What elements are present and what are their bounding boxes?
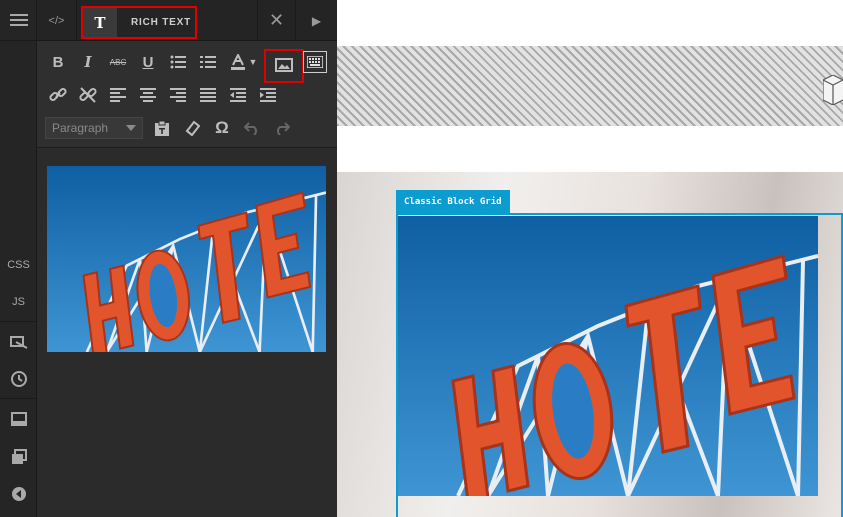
numbered-list-icon[interactable] <box>195 49 221 75</box>
page-canvas: Classic Block Grid <box>337 0 843 517</box>
undo-icon[interactable] <box>239 115 265 141</box>
bulleted-list-icon[interactable] <box>165 49 191 75</box>
tab-code[interactable]: </> <box>37 0 77 41</box>
unlink-icon[interactable] <box>75 82 101 108</box>
hotel-sign-image[interactable] <box>398 216 818 496</box>
paste-icon[interactable] <box>149 115 175 141</box>
align-right-icon[interactable] <box>165 82 191 108</box>
tab-rich-text-label: RICH TEXT <box>131 17 191 28</box>
bold-button[interactable]: B <box>45 49 71 75</box>
insert-image-icon[interactable] <box>271 52 297 78</box>
paragraph-format-select[interactable]: Paragraph <box>45 117 143 139</box>
js-label: JS <box>12 296 25 308</box>
css-label: CSS <box>7 259 30 271</box>
back-icon[interactable] <box>0 477 37 511</box>
text-color-dropdown-icon[interactable]: ▼ <box>247 49 259 75</box>
layers-icon[interactable] <box>0 325 37 359</box>
italic-button[interactable]: I <box>75 49 101 75</box>
code-icon: </> <box>48 14 65 27</box>
block-grid-label[interactable]: Classic Block Grid <box>396 190 510 214</box>
underline-button[interactable]: U <box>135 49 161 75</box>
indent-icon[interactable] <box>255 82 281 108</box>
panel-icon[interactable] <box>0 402 37 436</box>
strikethrough-button[interactable]: ABC <box>105 49 131 75</box>
tab-rich-text[interactable]: T RICH TEXT <box>81 6 197 39</box>
left-rail: CSS JS <box>0 0 37 517</box>
keyboard-icon[interactable] <box>303 51 327 73</box>
placeholder-stripe-band <box>337 46 843 126</box>
special-character-icon[interactable]: Ω <box>209 115 235 141</box>
copy-icon[interactable] <box>0 440 37 474</box>
close-icon[interactable]: ✕ <box>257 0 295 41</box>
rich-text-editor-area[interactable] <box>37 149 337 517</box>
js-button[interactable]: JS <box>0 285 37 319</box>
redo-icon[interactable] <box>269 115 295 141</box>
hotel-sign-image-thumbnail[interactable] <box>47 166 326 352</box>
cube-icon <box>822 74 843 106</box>
link-icon[interactable] <box>45 82 71 108</box>
paragraph-format-value: Paragraph <box>52 121 109 135</box>
outdent-icon[interactable] <box>225 82 251 108</box>
editor-panel: </> T RICH TEXT ✕ ▶ B I ABC U ▼ Paragrap… <box>37 0 337 517</box>
text-icon: T <box>83 8 117 37</box>
hamburger-icon[interactable] <box>0 3 37 37</box>
chevron-down-icon <box>126 125 136 131</box>
play-icon[interactable]: ▶ <box>295 0 337 41</box>
align-left-icon[interactable] <box>105 82 131 108</box>
align-center-icon[interactable] <box>135 82 161 108</box>
rich-text-toolbar: B I ABC U ▼ Paragraph Ω <box>37 41 337 148</box>
history-icon[interactable] <box>0 362 37 396</box>
eraser-icon[interactable] <box>179 115 205 141</box>
justify-icon[interactable] <box>195 82 221 108</box>
css-button[interactable]: CSS <box>0 248 37 282</box>
tab-bar: </> T RICH TEXT ✕ ▶ <box>37 0 337 41</box>
app-window: CSS JS </> T RICH TEXT ✕ ▶ B I ABC U ▼ P… <box>0 0 843 517</box>
